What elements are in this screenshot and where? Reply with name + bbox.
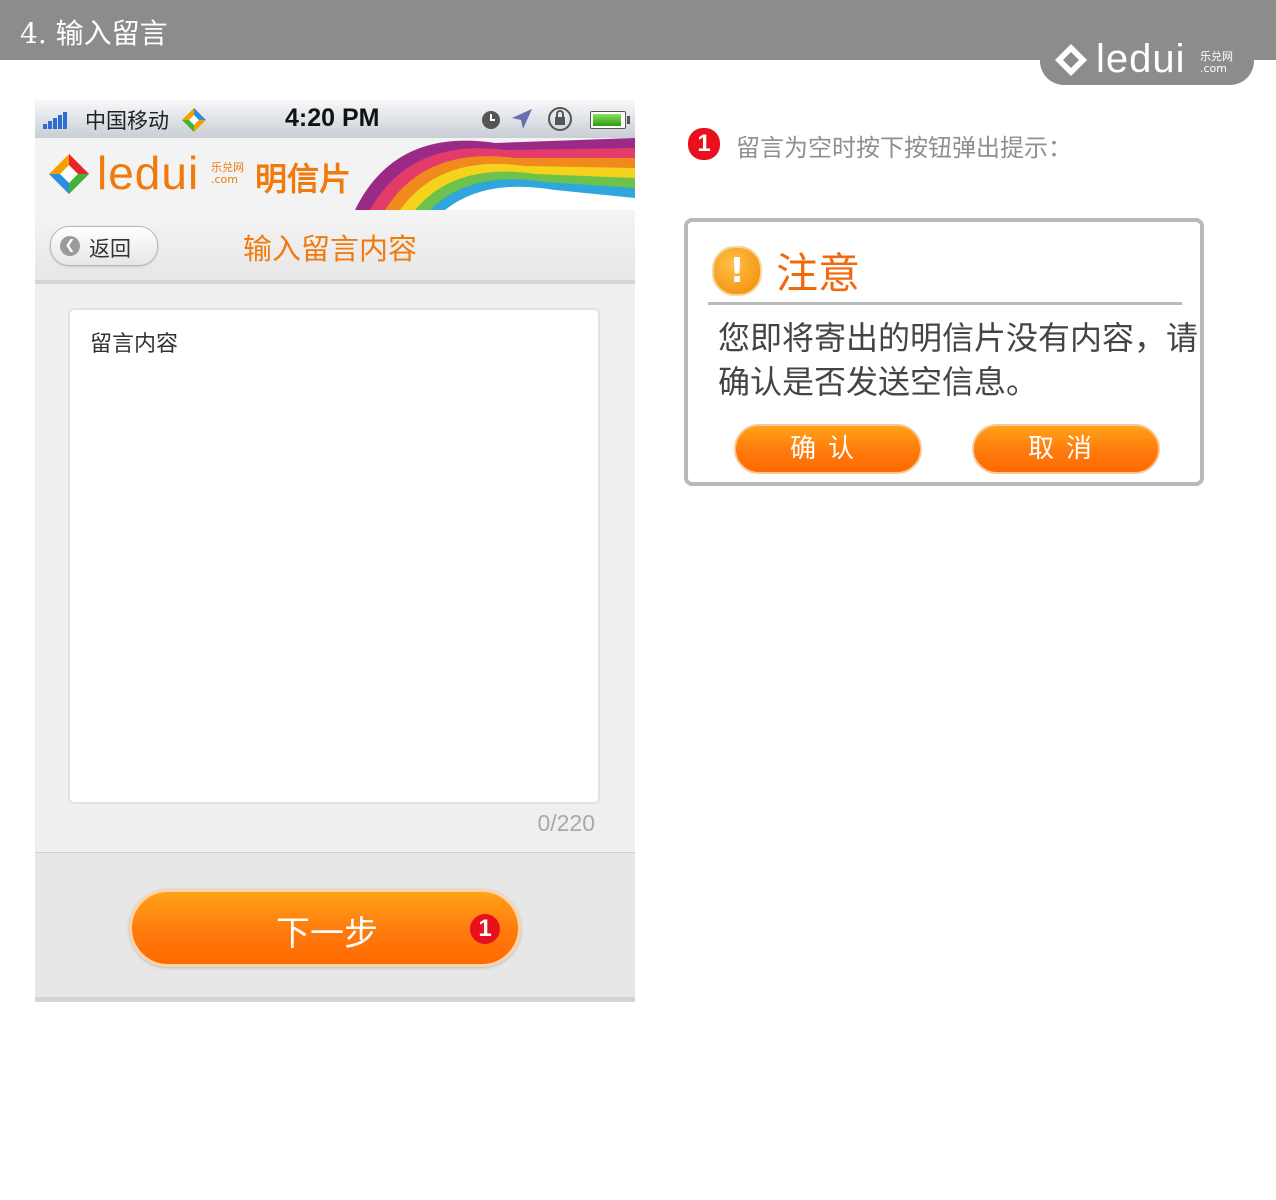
rotation-lock-icon: [548, 107, 572, 131]
character-counter: 0/220: [537, 810, 595, 836]
annotation-text: 留言为空时按下按钮弹出提示：: [736, 134, 1072, 162]
bottom-action-bar: 下一步 1: [35, 852, 635, 1002]
next-step-label: 下一步: [276, 914, 378, 954]
navigation-bar: ❮ 返回 输入留言内容: [35, 210, 635, 284]
message-placeholder: 留言内容: [90, 332, 179, 357]
ledui-logo-subtext: 乐兑网 .com: [211, 162, 244, 186]
clock-icon: [482, 111, 500, 129]
phone-screen: 中国移动 4:20 PM ledui 乐兑网 .com 明信片 ❮ 返回 输入留…: [35, 100, 635, 1002]
message-textarea[interactable]: 留言内容: [68, 308, 600, 804]
product-name: 明信片: [255, 160, 352, 198]
warning-icon: !: [712, 246, 762, 296]
page-title: 输入留言内容: [242, 232, 417, 266]
ledui-logo-text: ledui: [97, 147, 200, 199]
carrier-name: 中国移动: [85, 109, 169, 133]
signal-icon: [43, 110, 68, 129]
status-time: 4:20 PM: [285, 104, 380, 132]
next-step-button[interactable]: 下一步 1: [129, 889, 521, 967]
step-number-badge: 1: [470, 914, 500, 944]
brand-dotcom: .com: [1200, 62, 1227, 75]
app-banner: ledui 乐兑网 .com 明信片: [35, 138, 635, 210]
ledui-diamond-icon: [49, 154, 89, 194]
cancel-button[interactable]: 取消: [972, 424, 1160, 474]
brand-word: ledui: [1096, 37, 1186, 81]
battery-icon: [590, 111, 630, 129]
diamond-logo-icon: [1055, 44, 1087, 76]
alert-dialog: ! 注意 您即将寄出的明信片没有内容，请确认是否发送空信息。 确认 取消: [684, 218, 1204, 486]
annotation-number-badge: 1: [688, 128, 720, 160]
carrier-logo-icon: [182, 108, 206, 132]
brand-logo: ledui 乐兑网 .com: [1040, 37, 1254, 85]
brand-subtext: 乐兑网 .com: [1200, 51, 1233, 75]
status-bar: 中国移动 4:20 PM: [35, 100, 635, 139]
dialog-message: 您即将寄出的明信片没有内容，请确认是否发送空信息。: [718, 319, 1199, 401]
rainbow-graphic: [355, 138, 635, 210]
confirm-button[interactable]: 确认: [734, 424, 922, 474]
location-arrow-icon: [512, 109, 532, 129]
dialog-divider: [708, 302, 1182, 305]
section-title: 4. 输入留言: [20, 17, 168, 50]
dialog-title: 注意: [776, 249, 861, 298]
ledui-logo-dotcom: .com: [211, 173, 238, 186]
